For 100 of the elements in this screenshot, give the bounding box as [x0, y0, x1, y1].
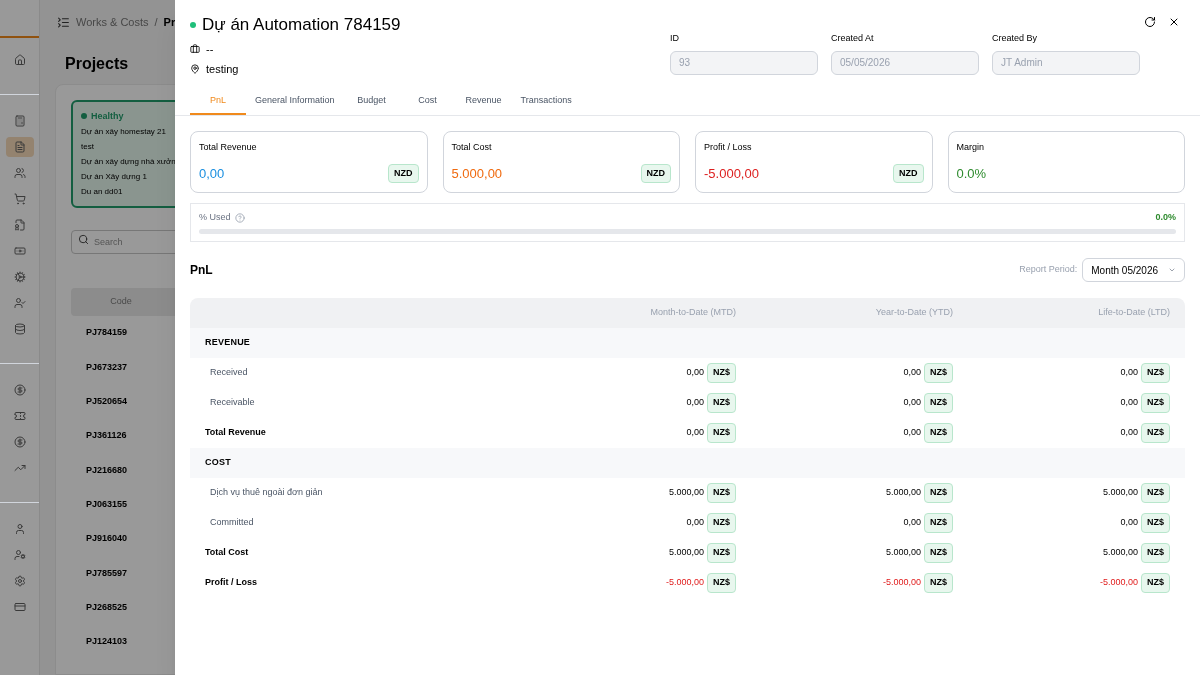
currency-tag: NZ$	[707, 543, 736, 563]
search-field[interactable]: Search	[71, 230, 175, 255]
currency-tag: NZ$	[707, 393, 736, 413]
gears-icon	[13, 271, 26, 283]
sidebar-item[interactable]	[5, 137, 34, 157]
section-title: PnL	[190, 262, 213, 279]
amount: 5.000,00	[668, 486, 704, 500]
row-label: Receivable	[209, 396, 255, 410]
location-icon	[190, 64, 200, 75]
breadcrumb-current: Pr	[163, 15, 175, 31]
column-header: Life-to-Date (LTD)	[1098, 306, 1170, 320]
amount: 5.000,00	[668, 546, 704, 560]
amount: 0,00	[686, 426, 704, 440]
amount: 0,00	[1120, 366, 1138, 380]
status-label: Healthy	[91, 109, 124, 123]
currency-tag: NZ$	[924, 513, 953, 533]
tab[interactable]: Transactions	[511, 88, 581, 115]
currency-tag: NZ$	[924, 543, 953, 563]
project-name: Dự án xây homestay 21	[81, 126, 166, 139]
currency-tag: NZ$	[1141, 513, 1170, 533]
page-title: Projects	[65, 54, 129, 75]
banknote-icon	[13, 245, 26, 257]
usage-label: % Used	[199, 211, 231, 225]
table-cell-text: PJ673237	[86, 360, 128, 374]
currency-tag: NZ$	[924, 363, 953, 383]
document-icon	[13, 141, 26, 153]
amount: 0,00	[1120, 516, 1138, 530]
project-name: test	[81, 141, 94, 154]
amount: 0,00	[903, 516, 921, 530]
refresh-icon[interactable]	[1144, 16, 1156, 28]
card-label: Profit / Loss	[704, 141, 753, 154]
home-icon	[13, 54, 26, 66]
caret-icon	[1168, 266, 1176, 274]
currency-tag: NZ$	[707, 483, 736, 503]
column-header: Month-to-Date (MTD)	[650, 306, 736, 320]
amount: 0,00	[903, 366, 921, 380]
period-label: Report Period:	[1019, 263, 1078, 277]
currency-tag: NZD	[640, 163, 671, 183]
card-value: 0.0%	[956, 164, 987, 183]
row-label: Profit / Loss	[204, 576, 257, 590]
currency-tag: NZ$	[707, 573, 736, 593]
currency-tag: NZ$	[924, 573, 953, 593]
currency-tag: NZ$	[707, 513, 736, 533]
status-card[interactable]: Healthy Dự án xây homestay 21 test Dự án xây dựng nhà xưởn Dự án Xây dựng 1 Du an dd01	[71, 99, 175, 209]
breadcrumb-separator: /	[154, 15, 158, 31]
tab[interactable]: General Information	[246, 88, 344, 115]
amount: 0,00	[686, 516, 704, 530]
currency-tag: NZD	[388, 163, 419, 183]
tab[interactable]: Budget	[343, 88, 400, 115]
tab[interactable]: Cost	[399, 88, 456, 115]
project-category: --	[206, 41, 214, 57]
user-icon	[13, 523, 26, 535]
close-icon[interactable]	[1168, 16, 1180, 28]
project-name: Dự án xây dựng nhà xưởn	[81, 156, 175, 169]
row-label: Total Cost	[204, 546, 249, 560]
amount: 0,00	[1120, 396, 1138, 410]
amount: 0,00	[903, 396, 921, 410]
currency-tag: NZ$	[1141, 573, 1170, 593]
currency-tag: NZ$	[1141, 393, 1170, 413]
briefcase-icon	[190, 43, 200, 54]
tab[interactable]: Revenue	[455, 88, 512, 115]
card-label: Total Revenue	[199, 141, 258, 154]
ticket-icon	[13, 410, 26, 422]
period-select[interactable]: Month 05/2026	[1082, 258, 1185, 282]
currency-tag: NZ$	[1141, 423, 1170, 443]
card-value: 5.000,00	[451, 164, 503, 183]
menu-icon[interactable]	[57, 16, 70, 29]
user-settings-icon	[13, 549, 26, 561]
user-check-icon	[13, 297, 26, 309]
card-label: Margin	[956, 141, 985, 154]
users-icon	[13, 167, 26, 179]
amount: 0,00	[686, 366, 704, 380]
dollar-icon	[13, 384, 26, 396]
currency-tag: NZ$	[924, 483, 953, 503]
amount: -5.000,00	[1099, 576, 1138, 590]
section-heading: REVENUE	[205, 336, 251, 350]
settings-icon	[13, 575, 26, 587]
table-cell-text: PJ063155	[86, 497, 128, 511]
currency-tag: NZ$	[1141, 483, 1170, 503]
table-cell: PJ916040	[86, 532, 128, 546]
field-label: Created At	[831, 32, 875, 45]
currency-tag: NZD	[893, 163, 924, 183]
amount: 5.000,00	[1102, 546, 1138, 560]
field-label: Created By	[992, 32, 1039, 45]
row-label: Committed	[209, 516, 254, 530]
row-label: Received	[209, 366, 248, 380]
card-value: -5.000,00	[704, 164, 759, 183]
file-icon	[13, 219, 26, 231]
search-icon	[78, 234, 89, 246]
table-cell-text: PJ216680	[86, 463, 128, 477]
card-value: 0,00	[199, 164, 225, 183]
field-label: ID	[670, 32, 680, 45]
help-icon[interactable]	[234, 213, 245, 223]
amount: 5.000,00	[885, 546, 921, 560]
table-cell: PJ785597	[86, 566, 128, 580]
column-header: Year-to-Date (YTD)	[875, 306, 953, 320]
amount: 0,00	[1120, 426, 1138, 440]
amount: -5.000,00	[665, 576, 704, 590]
row-label: Dịch vụ thuê ngoài đơn giản	[209, 486, 323, 500]
table-cell: PJ361126	[86, 429, 127, 443]
